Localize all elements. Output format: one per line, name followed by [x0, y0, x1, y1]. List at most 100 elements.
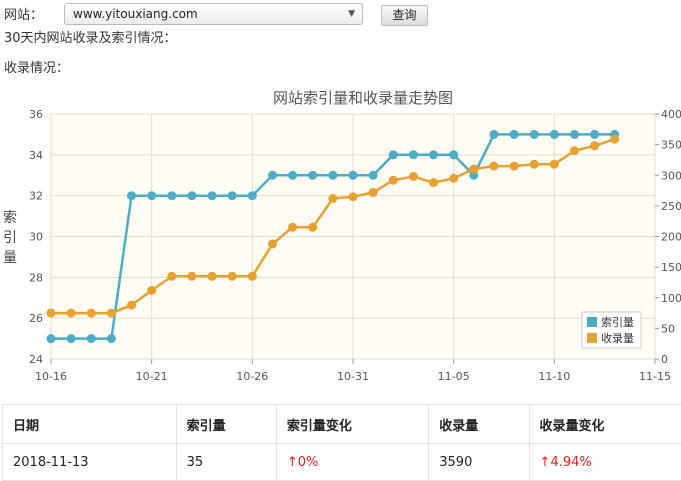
- data-point: [227, 191, 237, 201]
- data-point: [449, 173, 459, 183]
- y-tick-right: 150: [661, 261, 681, 274]
- y-tick-left: 36: [29, 108, 43, 121]
- data-point: [429, 150, 438, 160]
- x-tick-label: 10-26: [236, 370, 268, 383]
- y-tick-right: 200: [661, 231, 681, 244]
- x-axis: 10-16 10-21 10-26 10-31 11-05 11-10 11-15: [35, 359, 671, 383]
- y-tick-right: 250: [661, 200, 681, 213]
- data-point: [328, 170, 338, 180]
- data-point: [207, 191, 217, 201]
- th-index: 索引量: [175, 404, 277, 444]
- th-date: 日期: [2, 404, 177, 444]
- data-point: [86, 334, 96, 344]
- section-label: 收录情况：: [4, 61, 70, 76]
- y-tick-right: 350: [661, 139, 681, 152]
- legend-swatch-0: [587, 317, 597, 327]
- data-point: [449, 150, 459, 160]
- table-row: 2018-11-13 35 ↑0% 3590 ↑4.94%: [2, 443, 681, 481]
- data-point: [86, 308, 96, 318]
- trend-chart: 网站索引量和收录量走势图 10-16 10-21 10-26 10-31 11-05 11…: [29, 89, 681, 383]
- data-point: [46, 334, 56, 344]
- y-tick-right: 300: [661, 169, 681, 182]
- legend: 索引量 收录量: [581, 311, 642, 349]
- data-point: [46, 308, 56, 318]
- page-headline: 30天内网站收录及索引情况：: [4, 31, 177, 46]
- y-axis-label-char: 引: [3, 230, 17, 246]
- y-tick-right: 400: [661, 108, 681, 121]
- data-point: [147, 191, 157, 201]
- table-header-row: 日期 索引量 索引量变化 收录量 收录量变化: [2, 404, 681, 444]
- data-point: [227, 271, 237, 281]
- th-indexed: 收录量: [428, 404, 530, 444]
- data-point: [348, 192, 358, 202]
- data-point: [469, 164, 479, 174]
- data-point: [308, 170, 318, 180]
- data-point: [509, 161, 519, 171]
- x-tick-label: 10-31: [337, 370, 369, 383]
- data-point: [408, 172, 418, 181]
- chevron-down-icon[interactable]: ▼: [348, 4, 355, 24]
- data-point: [268, 239, 277, 249]
- data-point: [308, 222, 318, 232]
- y-tick-left: 26: [29, 312, 43, 325]
- data-point: [127, 191, 136, 201]
- data-point: [288, 170, 298, 180]
- data-point: [388, 175, 398, 185]
- stats-table: 日期 索引量 索引量变化 收录量 收录量变化 2018-11-13 35 ↑0%…: [2, 404, 681, 481]
- data-point: [66, 308, 76, 318]
- x-tick-label: 11-05: [438, 370, 470, 383]
- y-tick-left: 30: [29, 231, 43, 244]
- y-tick-left: 28: [29, 271, 43, 284]
- data-point: [268, 170, 277, 180]
- th-indexed-change: 收录量变化: [528, 404, 681, 444]
- x-tick-label: 11-15: [639, 370, 671, 383]
- data-point: [66, 334, 76, 344]
- data-point: [590, 129, 600, 139]
- th-index-change: 索引量变化: [275, 404, 430, 444]
- x-tick-label: 10-21: [136, 370, 168, 383]
- site-select-value: www.yitouxiang.com: [73, 7, 198, 21]
- data-point: [429, 178, 438, 188]
- y-axis-label-char: 索: [3, 210, 17, 226]
- data-point: [529, 129, 539, 139]
- y-axis-label: 索引量: [2, 208, 18, 268]
- data-point: [127, 300, 136, 310]
- x-tick-label: 10-16: [35, 370, 67, 383]
- y-tick-right: 100: [661, 292, 681, 305]
- data-point: [590, 141, 600, 151]
- data-point: [549, 129, 559, 139]
- y-tick-left: 32: [29, 190, 43, 203]
- data-point: [489, 161, 499, 171]
- data-point: [489, 129, 499, 139]
- data-point: [187, 271, 197, 281]
- data-point: [408, 150, 418, 160]
- data-point: [529, 159, 539, 169]
- data-point: [106, 334, 116, 344]
- data-point: [167, 191, 177, 201]
- legend-label-1: 收录量: [601, 331, 634, 345]
- cell-date: 2018-11-13: [2, 443, 177, 481]
- legend-swatch-1: [587, 333, 597, 343]
- cell-indexed: 3590: [428, 443, 530, 481]
- x-tick-label: 11-10: [538, 370, 570, 383]
- y-axis-label-char: 量: [3, 250, 17, 266]
- data-point: [288, 222, 298, 232]
- data-point: [328, 194, 338, 203]
- data-point: [570, 146, 579, 156]
- data-point: [570, 129, 579, 139]
- chart-title: 网站索引量和收录量走势图: [273, 89, 453, 107]
- data-point: [247, 191, 257, 201]
- query-button[interactable]: 查询: [381, 5, 428, 26]
- data-point: [187, 191, 197, 201]
- cell-index-change: ↑0%: [275, 443, 430, 481]
- data-point: [106, 308, 116, 318]
- data-point: [348, 170, 358, 180]
- data-point: [368, 170, 378, 180]
- data-point: [549, 159, 559, 169]
- cell-index: 35: [175, 443, 277, 481]
- y-tick-left: 24: [29, 353, 43, 366]
- site-label: 网站：: [4, 8, 44, 23]
- data-point: [247, 271, 257, 281]
- site-select[interactable]: www.yitouxiang.com ▼: [64, 3, 363, 25]
- legend-label-0: 索引量: [601, 315, 634, 329]
